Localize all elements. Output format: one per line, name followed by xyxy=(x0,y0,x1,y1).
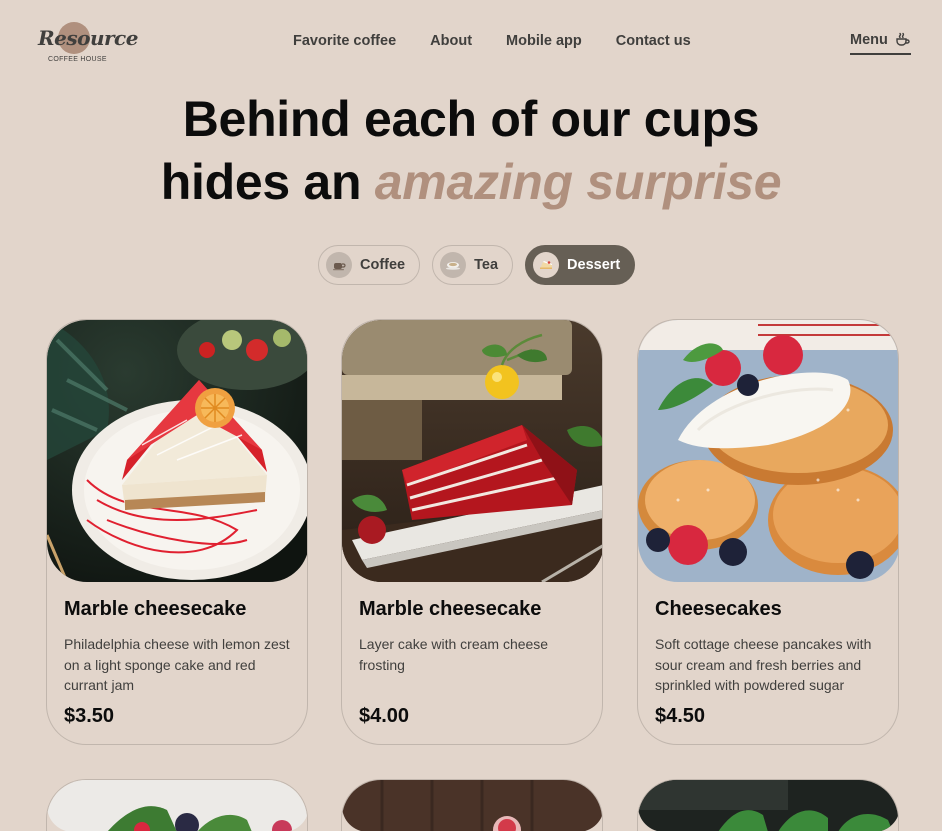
product-card[interactable] xyxy=(46,779,308,831)
product-image xyxy=(638,780,898,831)
hero-heading: Behind each of our cups hides an amazing… xyxy=(0,88,942,214)
nav-link-mobile-app[interactable]: Mobile app xyxy=(506,33,582,49)
tab-tea-label: Tea xyxy=(474,257,499,273)
cake-slice-icon xyxy=(533,252,560,278)
site-header: Resource COFFEE HOUSE Favorite coffee Ab… xyxy=(0,0,942,84)
product-price: $4.00 xyxy=(359,705,410,727)
product-description: Philadelphia cheese with lemon zest on a… xyxy=(64,636,290,693)
hero-line-2-plain: hides an xyxy=(160,154,375,210)
product-price: $3.50 xyxy=(64,705,115,727)
product-image xyxy=(342,780,602,831)
product-title: Cheesecakes xyxy=(655,598,782,620)
product-title: Marble cheesecake xyxy=(64,598,247,620)
product-description: Soft cottage cheese pancakes with sour c… xyxy=(655,636,872,693)
product-card[interactable] xyxy=(637,779,899,831)
menu-button-label: Menu xyxy=(850,32,888,48)
product-card[interactable] xyxy=(341,779,603,831)
product-card[interactable]: Marble cheesecake Layer cake with cream … xyxy=(341,319,603,745)
nav-link-contact-us[interactable]: Contact us xyxy=(616,33,691,49)
hero-line-2-accent: amazing surprise xyxy=(374,154,782,210)
product-description: Layer cake with cream cheese frosting xyxy=(359,636,549,673)
category-tabs: Coffee Tea Dessert xyxy=(318,245,636,285)
tab-tea[interactable]: Tea xyxy=(432,245,514,285)
tab-dessert[interactable]: Dessert xyxy=(525,245,636,285)
menu-button[interactable]: Menu xyxy=(850,32,911,55)
logo-tagline: COFFEE HOUSE xyxy=(48,56,107,63)
nav-link-about[interactable]: About xyxy=(430,33,472,49)
hero-title: Behind each of our cups hides an amazing… xyxy=(0,88,942,214)
product-card[interactable]: Cheesecakes Soft cottage cheese pancakes… xyxy=(637,319,899,745)
tab-dessert-label: Dessert xyxy=(567,257,621,273)
brand-logo[interactable]: Resource COFFEE HOUSE xyxy=(38,22,138,66)
product-price: $4.50 xyxy=(655,705,706,727)
nav-link-favorite-coffee[interactable]: Favorite coffee xyxy=(293,33,396,49)
tea-cup-icon xyxy=(440,252,467,278)
coffee-cup-icon xyxy=(896,32,910,46)
product-image xyxy=(47,780,307,831)
tab-coffee-label: Coffee xyxy=(360,257,406,273)
logo-wordmark: Resource xyxy=(38,26,138,50)
product-card[interactable]: Marble cheesecake Philadelphia cheese wi… xyxy=(46,319,308,745)
tab-coffee[interactable]: Coffee xyxy=(318,245,421,285)
product-title: Marble cheesecake xyxy=(359,598,542,620)
product-image xyxy=(342,320,602,582)
product-image xyxy=(638,320,898,582)
hero-line-1: Behind each of our cups xyxy=(182,91,760,147)
main-nav: Favorite coffee About Mobile app Contact… xyxy=(293,33,691,49)
product-image xyxy=(47,320,307,582)
coffee-cup-icon xyxy=(326,252,352,278)
